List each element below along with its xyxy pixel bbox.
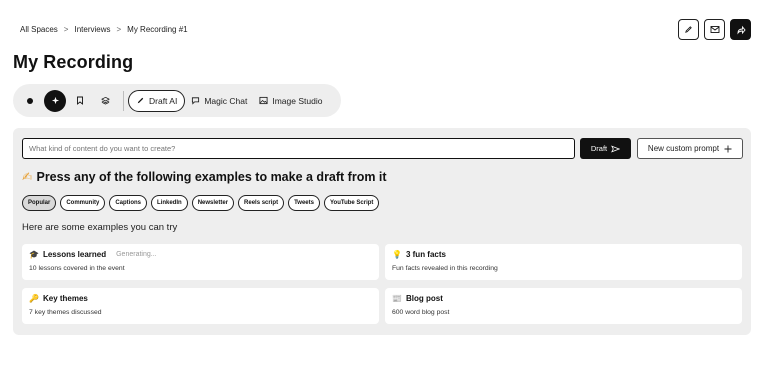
writing-hand-icon: ✍ (22, 170, 33, 184)
breadcrumb: All Spaces > Interviews > My Recording #… (20, 25, 188, 34)
chip-newsletter[interactable]: Newsletter (191, 195, 235, 211)
page-title: My Recording (13, 52, 134, 72)
chip-youtube-script[interactable]: YouTube Script (323, 195, 380, 211)
card-title: Lessons learned (42, 250, 107, 259)
chip-linkedin[interactable]: LinkedIn (151, 195, 188, 211)
layers-icon (100, 96, 110, 105)
new-custom-prompt-button[interactable]: New custom prompt (637, 138, 743, 159)
new-custom-prompt-label: New custom prompt (647, 144, 720, 153)
card-title: 3 fun facts (405, 250, 446, 259)
chip-tweets[interactable]: Tweets (288, 195, 320, 211)
prompt-input[interactable] (22, 138, 575, 159)
example-card-fun-facts[interactable]: 💡 3 fun facts Fun facts revealed in this… (385, 244, 742, 280)
mail-icon (710, 26, 719, 33)
pencil-icon (137, 97, 144, 104)
send-icon (611, 145, 621, 152)
tab-draft-ai[interactable]: Draft AI (128, 89, 186, 112)
category-chips: Popular Community Captions LinkedIn News… (22, 195, 380, 211)
draft-button[interactable]: Draft (580, 138, 631, 159)
toolbar-divider (123, 90, 124, 111)
sparkle-icon (51, 96, 59, 105)
layers-tab[interactable] (94, 90, 116, 112)
edit-button[interactable] (678, 19, 699, 40)
card-description: 10 lessons covered in the event (29, 265, 125, 272)
example-card-key-themes[interactable]: 🔑 Key themes 7 key themes discussed (22, 288, 379, 324)
plus-icon (724, 145, 732, 152)
share-icon (737, 25, 746, 34)
graduation-cap-icon: 🎓 (29, 250, 39, 259)
bookmark-icon (77, 96, 83, 105)
chip-captions[interactable]: Captions (109, 195, 148, 211)
draft-panel: Draft New custom prompt ✍ Press any of t… (13, 128, 751, 335)
tab-magic-chat[interactable]: Magic Chat (185, 90, 253, 112)
share-button[interactable] (730, 19, 751, 40)
card-description: 600 word blog post (392, 309, 450, 316)
tab-magic-chat-label: Magic Chat (204, 95, 248, 106)
chip-popular[interactable]: Popular (22, 195, 57, 211)
ai-tools-tab[interactable] (44, 89, 66, 112)
breadcrumb-separator: > (116, 25, 122, 34)
newspaper-icon: 📰 (392, 294, 402, 303)
key-icon: 🔑 (29, 294, 39, 303)
card-description: 7 key themes discussed (29, 309, 102, 316)
tab-image-studio[interactable]: Image Studio (253, 90, 328, 112)
pencil-icon (685, 26, 692, 33)
card-title: Blog post (405, 294, 443, 303)
card-status: Generating... (116, 251, 157, 258)
top-actions (678, 19, 751, 40)
breadcrumb-current: My Recording #1 (127, 25, 188, 34)
example-card-blog-post[interactable]: 📰 Blog post 600 word blog post (385, 288, 742, 324)
card-title: Key themes (42, 294, 88, 303)
card-description: Fun facts revealed in this recording (392, 265, 498, 272)
examples-label: Here are some examples you can try (22, 222, 178, 233)
recording-toolbar: Draft AI Magic Chat Image Studio (13, 84, 341, 117)
examples-heading-text: Press any of the following examples to m… (36, 169, 387, 184)
chip-community[interactable]: Community (60, 195, 106, 211)
bookmark-tab[interactable] (69, 90, 91, 112)
breadcrumb-separator: > (63, 25, 69, 34)
dot-icon (27, 97, 33, 104)
chat-bubble-icon (192, 97, 200, 105)
lightbulb-icon: 💡 (392, 250, 402, 259)
record-tab[interactable] (19, 90, 41, 112)
image-icon (259, 96, 268, 105)
email-button[interactable] (704, 19, 725, 40)
tab-draft-ai-label: Draft AI (149, 95, 178, 106)
breadcrumb-interviews[interactable]: Interviews (74, 25, 110, 34)
draft-button-label: Draft (590, 144, 608, 153)
tab-image-studio-label: Image Studio (272, 95, 323, 106)
breadcrumb-all-spaces[interactable]: All Spaces (20, 25, 58, 34)
chip-reels-script[interactable]: Reels script (238, 195, 285, 211)
examples-heading: ✍ Press any of the following examples to… (22, 169, 387, 185)
example-card-lessons-learned[interactable]: 🎓 Lessons learned Generating... 10 lesso… (22, 244, 379, 280)
